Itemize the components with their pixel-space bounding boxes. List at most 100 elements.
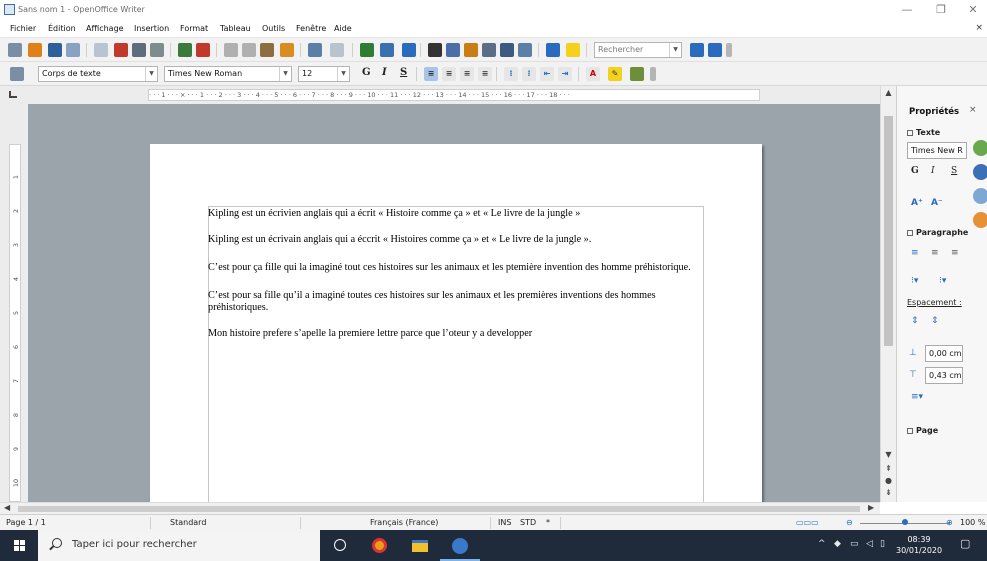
hyperlink-icon[interactable] bbox=[360, 43, 374, 57]
find-replace-icon[interactable] bbox=[428, 43, 442, 57]
insert-mode[interactable]: INS bbox=[498, 518, 511, 527]
highlighting-icon[interactable]: ✎ bbox=[608, 67, 622, 81]
cut-icon[interactable] bbox=[224, 43, 238, 57]
horizontal-scrollbar[interactable]: ◀ ▶ bbox=[0, 502, 880, 514]
spellcheck-icon[interactable] bbox=[178, 43, 192, 57]
menu-tableau[interactable]: Tableau bbox=[220, 24, 251, 33]
menu-format[interactable]: Format bbox=[180, 24, 208, 33]
table-icon[interactable] bbox=[380, 43, 394, 57]
navigator-deck-icon[interactable] bbox=[973, 188, 987, 204]
page-style[interactable]: Standard bbox=[170, 518, 206, 527]
next-page-icon[interactable]: ⇟ bbox=[881, 488, 896, 497]
formatting-marks-icon[interactable] bbox=[500, 43, 514, 57]
increase-spacing-icon[interactable]: ⇕ bbox=[911, 316, 919, 326]
sidebar-underline-button[interactable]: S bbox=[951, 166, 957, 176]
zoom-in-icon[interactable]: ⊕ bbox=[946, 518, 953, 527]
scroll-down-icon[interactable]: ▼ bbox=[881, 450, 896, 459]
volume-icon[interactable]: ◁ bbox=[866, 539, 873, 549]
zoom-icon[interactable] bbox=[518, 43, 532, 57]
vertical-scrollbar[interactable]: ▲ ▼ ⇞ ● ⇟ bbox=[880, 86, 896, 502]
copy-icon[interactable] bbox=[242, 43, 256, 57]
tray-app-icon[interactable]: ◆ bbox=[834, 539, 841, 549]
menu-aide[interactable]: Aide bbox=[334, 24, 352, 33]
paragraph-style-combo[interactable]: Corps de texte ▼ bbox=[38, 66, 158, 82]
functions-deck-icon[interactable] bbox=[973, 212, 987, 228]
open-icon[interactable] bbox=[28, 43, 42, 57]
redo-icon[interactable] bbox=[330, 43, 344, 57]
undo-icon[interactable] bbox=[308, 43, 322, 57]
increase-indent-icon[interactable]: ⇥ bbox=[558, 67, 572, 81]
paragraph[interactable]: Mon histoire prefere s’apelle la premier… bbox=[208, 328, 708, 340]
toolbar-options-icon[interactable] bbox=[726, 43, 732, 57]
save-icon[interactable] bbox=[48, 43, 62, 57]
justify-icon[interactable]: ≡ bbox=[478, 67, 492, 81]
vertical-ruler[interactable]: 1 2 3 4 5 6 7 8 9 10 bbox=[0, 104, 28, 502]
navigation-icon[interactable]: ● bbox=[881, 476, 896, 485]
taskbar-openoffice[interactable] bbox=[440, 530, 480, 561]
notifications-icon[interactable]: ▢ bbox=[960, 537, 970, 550]
zoom-level[interactable]: 100 % bbox=[960, 518, 985, 527]
search-input[interactable]: Rechercher ▼ bbox=[594, 42, 682, 58]
tray-chevron-icon[interactable]: ^ bbox=[818, 539, 826, 549]
scroll-left-icon[interactable]: ◀ bbox=[4, 503, 10, 512]
help-icon[interactable] bbox=[546, 43, 560, 57]
taskbar-chrome[interactable] bbox=[360, 530, 400, 561]
zoom-slider-handle[interactable] bbox=[902, 519, 908, 525]
underline-button[interactable]: S bbox=[400, 67, 407, 78]
paragraph[interactable]: C’est pour ça fille qui la imaginé tout … bbox=[208, 262, 708, 274]
navigator-icon[interactable] bbox=[446, 43, 460, 57]
scroll-right-icon[interactable]: ▶ bbox=[868, 503, 874, 512]
gallery-icon[interactable] bbox=[464, 43, 478, 57]
export-pdf-icon[interactable] bbox=[114, 43, 128, 57]
sidebar-bullets-icon[interactable]: ⁝▾ bbox=[911, 276, 918, 286]
language-indicator[interactable]: Français (France) bbox=[370, 518, 438, 527]
font-size-combo[interactable]: 12 ▼ bbox=[298, 66, 350, 82]
document-area[interactable]: Kipling est un écrivien anglais qui a éc… bbox=[28, 104, 880, 502]
menu-affichage[interactable]: Affichage bbox=[86, 24, 124, 33]
sidebar-close-button[interactable]: × bbox=[969, 105, 977, 115]
sidebar-italic-button[interactable]: I bbox=[931, 166, 935, 176]
selection-mode[interactable]: STD bbox=[520, 518, 536, 527]
task-view-button[interactable] bbox=[320, 530, 360, 561]
clone-formatting-icon[interactable] bbox=[280, 43, 294, 57]
close-document-button[interactable]: × bbox=[975, 23, 983, 33]
keyboard-icon[interactable]: ▯ bbox=[880, 539, 885, 549]
print-preview-icon[interactable] bbox=[150, 43, 164, 57]
paragraph[interactable]: C’est pour sa fille qu’il a imaginé tout… bbox=[208, 290, 708, 314]
font-name-combo[interactable]: Times New Roman ▼ bbox=[164, 66, 292, 82]
menu-edition[interactable]: Édition bbox=[48, 24, 76, 33]
bullets-icon[interactable]: ⁝ bbox=[522, 67, 536, 81]
find-next-icon[interactable] bbox=[690, 43, 704, 57]
align-left-icon[interactable]: ≡ bbox=[424, 67, 438, 81]
taskbar-search[interactable]: Taper ici pour rechercher bbox=[38, 530, 320, 561]
menu-fenetre[interactable]: Fenêtre bbox=[296, 24, 326, 33]
styles-deck-icon[interactable] bbox=[973, 164, 987, 180]
sidebar-align-center-icon[interactable]: ≡ bbox=[931, 248, 939, 258]
taskbar-clock[interactable]: 08:39 30/01/2020 bbox=[896, 534, 942, 556]
sidebar-bold-button[interactable]: G bbox=[911, 166, 919, 176]
scroll-thumb[interactable] bbox=[18, 506, 860, 512]
print-icon[interactable] bbox=[132, 43, 146, 57]
menu-outils[interactable]: Outils bbox=[262, 24, 285, 33]
toolbar-options-icon[interactable] bbox=[650, 67, 656, 81]
autospellcheck-icon[interactable] bbox=[196, 43, 210, 57]
align-center-icon[interactable]: ≡ bbox=[442, 67, 456, 81]
chevron-down-icon[interactable]: ▼ bbox=[669, 43, 681, 57]
horizontal-ruler[interactable]: · · · 1 · · · ⨯ · · · 1 · · · 2 · · · 3 … bbox=[28, 86, 880, 104]
sidebar-numbering-icon[interactable]: ⁝▾ bbox=[939, 276, 946, 286]
document-page[interactable]: Kipling est un écrivien anglais qui a éc… bbox=[150, 144, 762, 502]
sidebar-align-right-icon[interactable]: ≡ bbox=[951, 248, 959, 258]
background-color-icon[interactable] bbox=[630, 67, 644, 81]
maximize-button[interactable]: ❐ bbox=[930, 3, 952, 16]
network-icon[interactable]: ▭ bbox=[850, 539, 859, 549]
minimize-button[interactable]: — bbox=[896, 3, 918, 16]
edit-mode-icon[interactable] bbox=[94, 43, 108, 57]
chevron-down-icon[interactable]: ▼ bbox=[145, 67, 157, 81]
bold-button[interactable]: G bbox=[362, 67, 371, 78]
numbering-icon[interactable]: ⁝ bbox=[504, 67, 518, 81]
view-layout-icon[interactable]: ▭▭▭ bbox=[796, 518, 819, 527]
align-right-icon[interactable]: ≡ bbox=[460, 67, 474, 81]
sidebar-font-name[interactable]: Times New R bbox=[907, 142, 967, 159]
taskbar-file-explorer[interactable] bbox=[400, 530, 440, 561]
help-agent-icon[interactable] bbox=[566, 43, 580, 57]
